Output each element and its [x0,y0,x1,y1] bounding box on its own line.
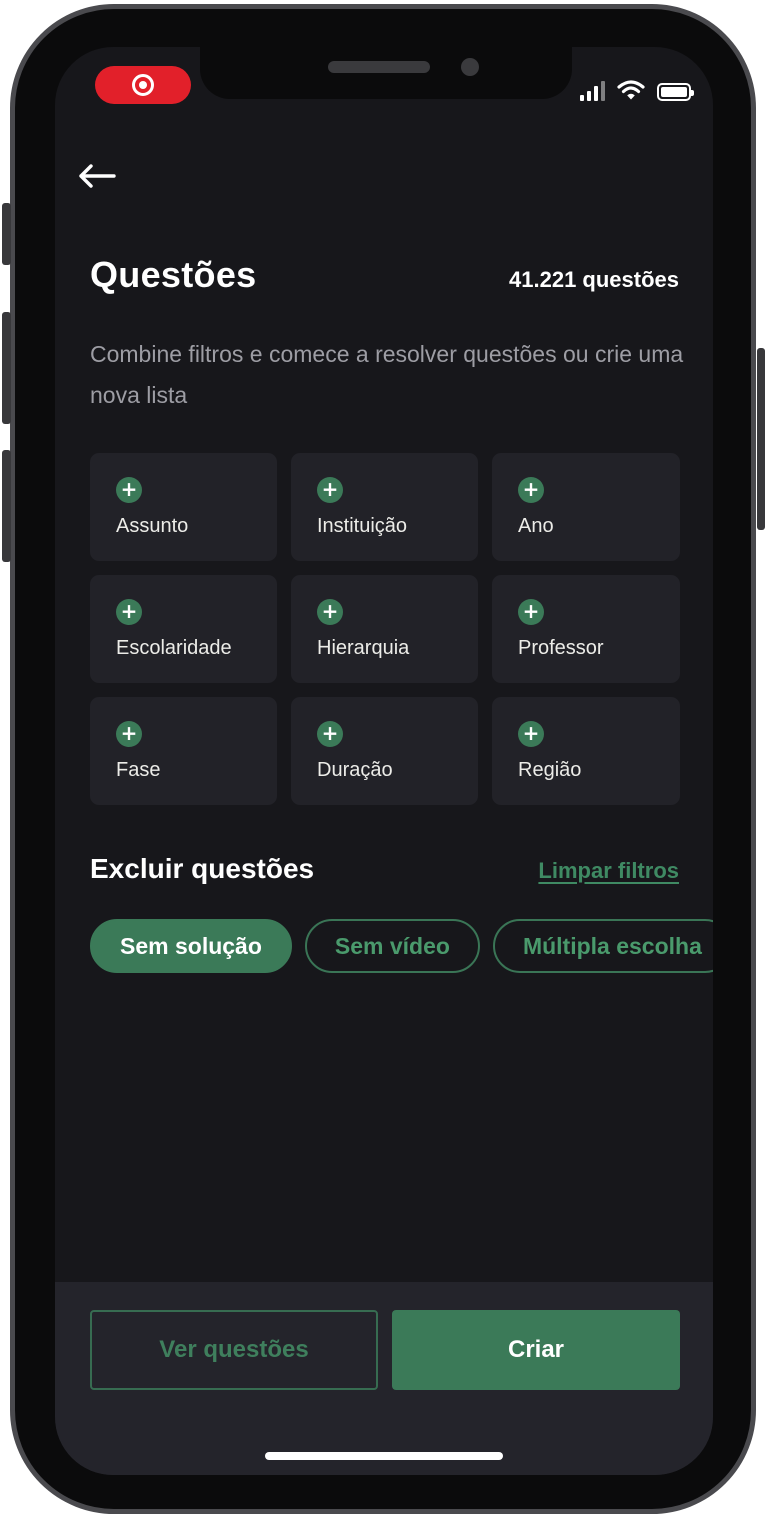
notch [200,47,572,99]
battery-level [661,87,687,97]
screen-record-indicator[interactable] [95,66,191,104]
filter-grid: + Assunto + Instituição + Ano + Escolari… [90,453,680,805]
chip-multipla-escolha[interactable]: Múltipla escolha [492,919,713,973]
filter-label: Região [518,759,582,781]
plus-icon: + [116,599,142,625]
plus-icon: + [317,721,343,747]
filter-assunto[interactable]: + Assunto [90,453,277,561]
home-indicator[interactable] [265,1452,503,1460]
filter-fase[interactable]: + Fase [90,697,277,805]
filter-escolaridade[interactable]: + Escolaridade [90,575,277,683]
plus-icon: + [317,599,343,625]
filter-label: Hierarquia [317,637,410,659]
volume-up-button [2,312,11,424]
plus-icon: + [518,477,544,503]
filter-label: Assunto [116,515,189,537]
filter-label: Duração [317,759,393,781]
page-title: Questões [90,254,257,295]
filter-duracao[interactable]: + Duração [291,697,478,805]
page-subtitle: Combine filtros e comece a resolver ques… [90,341,684,408]
mute-switch [2,203,11,265]
volume-down-button [2,450,11,562]
screen-record-icon [132,74,154,96]
arrow-left-icon [79,164,116,188]
filter-label: Ano [518,515,554,537]
plus-icon: + [116,721,142,747]
filter-label: Instituição [317,515,408,537]
plus-icon: + [116,477,142,503]
chip-sem-solucao[interactable]: Sem solução [90,919,292,973]
wifi-icon [617,80,645,100]
filter-label: Professor [518,637,604,659]
filter-label: Escolaridade [116,637,232,659]
filter-instituicao[interactable]: + Instituição [291,453,478,561]
exclude-section-title: Excluir questões [90,853,315,884]
chip-sem-video[interactable]: Sem vídeo [304,919,480,973]
app-screen: Questões 41.221 questões Combine filtros… [55,47,713,1475]
cellular-signal-icon [580,81,605,101]
bottom-action-bar: Ver questões Criar [55,1282,713,1475]
filter-ano[interactable]: + Ano [492,453,680,561]
view-questions-button[interactable]: Ver questões [90,1310,378,1390]
power-button [757,348,765,530]
question-count: 41.221 questões [509,267,679,292]
front-camera [461,58,479,76]
plus-icon: + [317,477,343,503]
speaker-grille [328,61,430,73]
plus-icon: + [518,721,544,747]
create-button[interactable]: Criar [392,1310,680,1390]
filter-hierarquia[interactable]: + Hierarquia [291,575,478,683]
back-button[interactable] [77,159,117,193]
clear-filters-link[interactable]: Limpar filtros [538,858,679,884]
filter-regiao[interactable]: + Região [492,697,680,805]
plus-icon: + [518,599,544,625]
battery-icon [657,83,694,101]
filter-label: Fase [116,759,161,781]
status-icons [580,77,694,101]
filter-professor[interactable]: + Professor [492,575,680,683]
exclude-chips[interactable]: Sem solução Sem vídeo Múltipla escolha [90,919,713,975]
